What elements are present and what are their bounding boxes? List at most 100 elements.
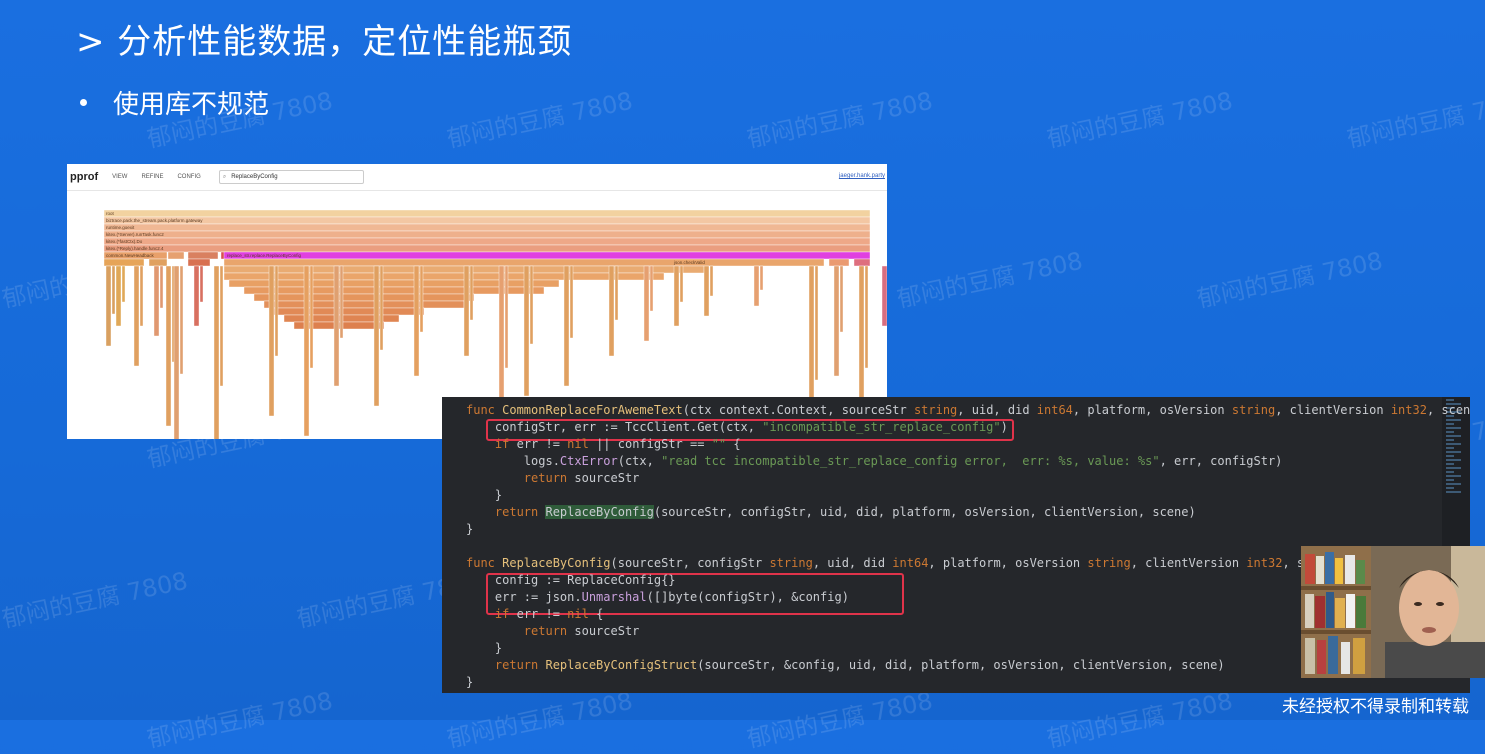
code-token: sourceStr <box>574 624 640 638</box>
flame-frame[interactable] <box>608 265 615 357</box>
menu-view[interactable]: VIEW <box>112 174 127 180</box>
watermark-text: 郁闷的豆腐 7808 <box>744 86 936 154</box>
flame-frame[interactable] <box>187 258 211 267</box>
flame-frame[interactable] <box>223 258 825 267</box>
flame-frame[interactable] <box>828 258 850 267</box>
flame-frame[interactable] <box>199 265 204 303</box>
flame-frame[interactable] <box>569 265 574 339</box>
flame-frame[interactable] <box>219 265 224 387</box>
webcam-overlay <box>1301 546 1485 678</box>
flame-label: kitex.(*Reply).handle.func2.4 <box>106 246 164 251</box>
flame-frame[interactable] <box>159 265 164 309</box>
flame-frame[interactable] <box>413 265 420 377</box>
code-token: string <box>913 403 958 417</box>
code-token: sourceStr <box>574 471 640 485</box>
code-token: Unmarshal <box>581 590 647 604</box>
flame-label: root <box>106 211 115 216</box>
minimap-line <box>1446 399 1454 401</box>
top-link[interactable]: jaeger.hank.party <box>839 173 885 179</box>
watermark-text: 郁闷的豆腐 7808 <box>144 686 336 754</box>
code-token: , uid, did <box>812 556 893 570</box>
flame-frame[interactable] <box>833 265 840 377</box>
flame-frame[interactable] <box>193 265 200 327</box>
flame-frame[interactable] <box>213 265 220 439</box>
flame-frame[interactable] <box>649 265 654 312</box>
flame-frame[interactable] <box>111 265 116 315</box>
flame-frame[interactable] <box>139 265 144 327</box>
flame-frame[interactable] <box>679 265 684 303</box>
flame-frame[interactable] <box>268 265 275 417</box>
flame-frame[interactable] <box>469 265 474 321</box>
flame-frame[interactable] <box>419 265 424 333</box>
flame-frame[interactable] <box>643 265 650 342</box>
flame-label: kitex.(*fastCtx).Do <box>106 239 143 244</box>
flame-frame[interactable] <box>103 223 871 232</box>
flame-frame[interactable] <box>309 265 314 369</box>
minimap-line <box>1446 463 1454 465</box>
flame-frame[interactable] <box>115 265 122 327</box>
minimap-line <box>1446 491 1461 493</box>
flame-frame[interactable] <box>373 265 380 407</box>
flame-frame[interactable] <box>881 265 887 327</box>
flame-frame[interactable] <box>303 265 310 437</box>
flame-frame[interactable] <box>814 265 819 381</box>
search-input[interactable]: ⌕ ReplaceByConfig <box>218 170 364 184</box>
flame-frame-highlight[interactable] <box>223 251 871 260</box>
flame-frame[interactable] <box>105 265 112 347</box>
flame-frame[interactable] <box>167 251 185 260</box>
flame-frame[interactable] <box>333 265 340 387</box>
flame-frame[interactable] <box>165 265 172 427</box>
menu-refine[interactable]: REFINE <box>141 174 163 180</box>
code-token: (sourceStr, configStr, uid, did, platfor… <box>653 505 1196 519</box>
flame-frame[interactable] <box>853 258 871 267</box>
code-token: int32 <box>1390 403 1427 417</box>
flame-frame[interactable] <box>103 258 145 267</box>
flame-frame[interactable] <box>121 265 126 303</box>
flame-frame[interactable] <box>274 265 279 357</box>
flame-frame[interactable] <box>703 265 710 317</box>
flame-frame[interactable] <box>179 265 184 375</box>
code-token: return <box>523 624 575 638</box>
flame-frame[interactable] <box>223 272 665 281</box>
flame-frame[interactable] <box>339 265 344 339</box>
flame-frame[interactable] <box>673 265 680 327</box>
flame-frame[interactable] <box>103 230 871 239</box>
flame-frame[interactable] <box>103 209 871 218</box>
flame-frame[interactable] <box>709 265 714 297</box>
flame-frame[interactable] <box>148 258 168 267</box>
code-line: config := ReplaceConfig{} <box>466 572 676 589</box>
minimap-line <box>1446 439 1454 441</box>
flame-frame[interactable] <box>103 216 871 225</box>
flame-frame[interactable] <box>529 265 534 345</box>
flame-frame[interactable] <box>753 265 760 307</box>
flame-frame[interactable] <box>839 265 844 333</box>
flame-frame[interactable] <box>614 265 619 321</box>
flame-label: biztrace.pack.the_stream.pack.platform.g… <box>106 218 203 223</box>
flame-frame[interactable] <box>173 265 180 439</box>
minimap-line <box>1446 423 1454 425</box>
flame-frame[interactable] <box>759 265 764 291</box>
code-token: string <box>1087 556 1131 570</box>
menu-config[interactable]: CONFIG <box>177 174 200 180</box>
flame-frame[interactable] <box>379 265 384 351</box>
flame-label: replace_str.replace.ReplaceByConfig <box>227 253 302 258</box>
code-token: string <box>769 556 813 570</box>
flame-frame[interactable] <box>563 265 570 387</box>
flame-frame[interactable] <box>263 300 465 309</box>
flame-frame[interactable] <box>523 265 530 397</box>
flame-frame[interactable] <box>228 279 560 288</box>
flame-frame[interactable] <box>253 293 475 302</box>
flame-frame[interactable] <box>153 265 160 337</box>
flame-frame[interactable] <box>187 251 219 260</box>
flame-frame[interactable] <box>103 237 871 246</box>
flame-frame[interactable] <box>133 265 140 367</box>
code-token: } <box>466 641 503 655</box>
flame-frame[interactable] <box>504 265 509 369</box>
flame-frame[interactable] <box>103 244 871 253</box>
flame-frame[interactable] <box>463 265 470 357</box>
code-token: func <box>466 403 503 417</box>
flame-frame[interactable] <box>864 265 869 369</box>
flame-frame[interactable] <box>273 307 425 316</box>
